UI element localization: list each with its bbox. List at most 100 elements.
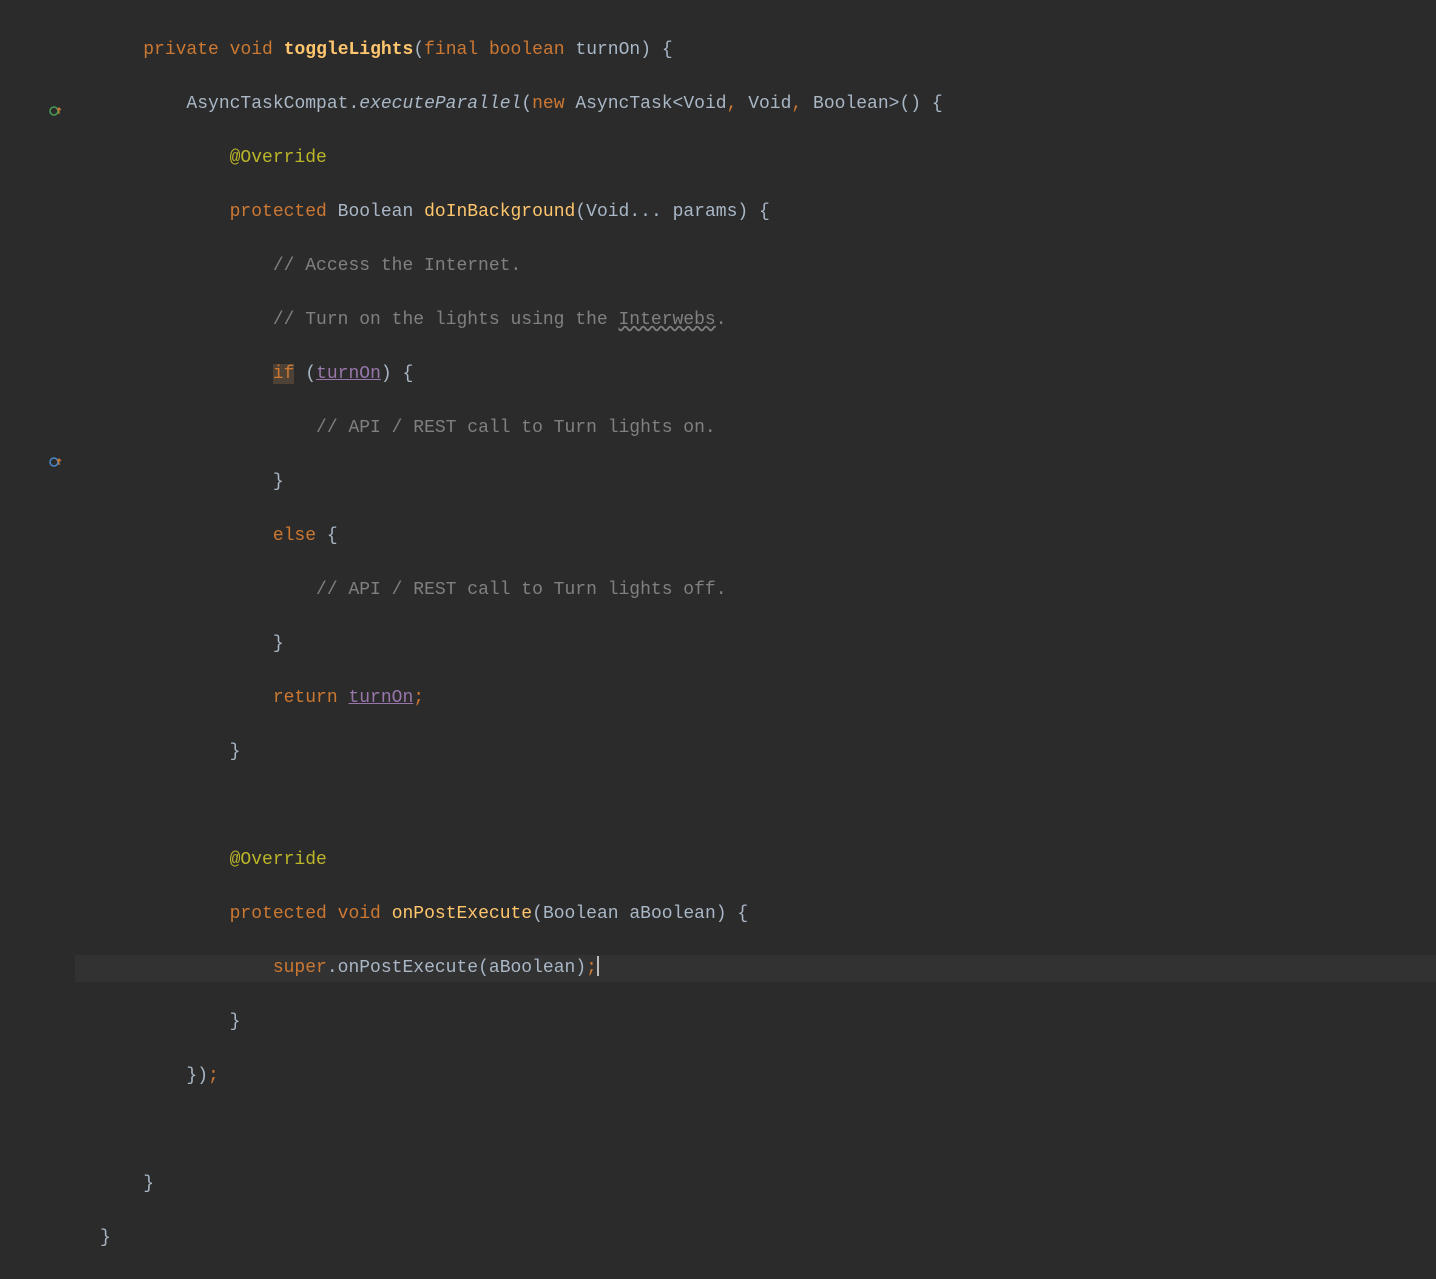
punct: }	[273, 634, 284, 654]
punct: )	[910, 94, 921, 114]
punct: .	[348, 94, 359, 114]
code-line[interactable]	[75, 1117, 1436, 1144]
override-gutter-icon[interactable]	[48, 103, 64, 119]
code-line[interactable]: // API / REST call to Turn lights on.	[75, 415, 1436, 442]
code-line[interactable]: // API / REST call to Turn lights off.	[75, 577, 1436, 604]
override-gutter-icon[interactable]	[48, 454, 64, 470]
punct: )	[197, 1066, 208, 1086]
code-line[interactable]: }	[75, 1225, 1436, 1252]
method-name: onPostExecute	[392, 904, 532, 924]
comment: // API / REST call to Turn lights off.	[316, 580, 726, 600]
punct: ,	[791, 94, 802, 114]
code-line[interactable]: AsyncTaskCompat.executeParallel(new Asyn…	[75, 91, 1436, 118]
code-line[interactable]: if (turnOn) {	[75, 361, 1436, 388]
code-line[interactable]: }	[75, 1009, 1436, 1036]
punct: {	[737, 904, 748, 924]
param-name: turnOn	[575, 40, 640, 60]
punct: )	[640, 40, 651, 60]
punct: (	[575, 202, 586, 222]
punct: )	[716, 904, 727, 924]
code-line[interactable]: }	[75, 1171, 1436, 1198]
punct: ...	[629, 202, 661, 222]
param-name: aBoolean	[629, 904, 715, 924]
punct: (	[413, 40, 424, 60]
punct: {	[759, 202, 770, 222]
annotation-override: @Override	[230, 148, 327, 168]
code-line[interactable]: return turnOn;	[75, 685, 1436, 712]
punct: )	[575, 958, 586, 978]
type-name: Void	[683, 94, 726, 114]
punct: }	[100, 1228, 111, 1248]
type-name: Boolean	[338, 202, 414, 222]
code-line[interactable]	[75, 793, 1436, 820]
code-line[interactable]: protected Boolean doInBackground(Void...…	[75, 199, 1436, 226]
code-line[interactable]: else {	[75, 523, 1436, 550]
punct: )	[737, 202, 748, 222]
punct: ;	[413, 688, 424, 708]
keyword-return: return	[273, 688, 338, 708]
keyword-void: void	[230, 40, 273, 60]
type-name: Boolean	[543, 904, 619, 924]
method-name: doInBackground	[424, 202, 575, 222]
code-line[interactable]: // Turn on the lights using the Interweb…	[75, 307, 1436, 334]
punct: (	[899, 94, 910, 114]
code-line-active[interactable]: super.onPostExecute(aBoolean);	[75, 955, 1436, 982]
punct: ;	[208, 1066, 219, 1086]
comment-typo: Interwebs	[618, 310, 715, 330]
code-line[interactable]: @Override	[75, 145, 1436, 172]
punct: {	[662, 40, 673, 60]
punct: }	[230, 742, 241, 762]
type-name: Boolean	[813, 94, 889, 114]
variable-ref: turnOn	[316, 364, 381, 384]
variable-ref: turnOn	[348, 688, 413, 708]
class-name: AsyncTask	[575, 94, 672, 114]
punct: (	[521, 94, 532, 114]
code-line[interactable]: @Override	[75, 847, 1436, 874]
variable-ref: aBoolean	[489, 958, 575, 978]
keyword-protected: protected	[230, 904, 327, 924]
punct: (	[478, 958, 489, 978]
keyword-super: super	[273, 958, 327, 978]
text-cursor	[597, 956, 599, 976]
punct: {	[403, 364, 414, 384]
punct: <	[673, 94, 684, 114]
comment: // Turn on the lights using the	[273, 310, 619, 330]
punct: (	[532, 904, 543, 924]
method-call: onPostExecute	[338, 958, 478, 978]
code-line[interactable]: }	[75, 739, 1436, 766]
code-line[interactable]: private void toggleLights(final boolean …	[75, 37, 1436, 64]
keyword-protected: protected	[230, 202, 327, 222]
comment: .	[716, 310, 727, 330]
comment: // Access the Internet.	[273, 256, 521, 276]
punct: }	[186, 1066, 197, 1086]
punct: )	[381, 364, 392, 384]
type-name: Void	[586, 202, 629, 222]
punct: ;	[586, 958, 597, 978]
code-line[interactable]: });	[75, 1063, 1436, 1090]
code-editor[interactable]: private void toggleLights(final boolean …	[75, 10, 1436, 1279]
editor-gutter	[0, 0, 75, 724]
punct: {	[932, 94, 943, 114]
code-line[interactable]: }	[75, 469, 1436, 496]
method-call: executeParallel	[359, 94, 521, 114]
code-line[interactable]: // Access the Internet.	[75, 253, 1436, 280]
punct: }	[230, 1012, 241, 1032]
keyword-final: final	[424, 40, 478, 60]
keyword-new: new	[532, 94, 564, 114]
method-name: toggleLights	[284, 40, 414, 60]
punct: }	[273, 472, 284, 492]
punct: (	[305, 364, 316, 384]
code-line[interactable]: }	[75, 631, 1436, 658]
type-name: Void	[748, 94, 791, 114]
keyword-if: if	[273, 364, 295, 384]
code-line[interactable]: protected void onPostExecute(Boolean aBo…	[75, 901, 1436, 928]
comment: // API / REST call to Turn lights on.	[316, 418, 716, 438]
punct: .	[327, 958, 338, 978]
punct: }	[143, 1174, 154, 1194]
keyword-boolean: boolean	[489, 40, 565, 60]
keyword-void: void	[338, 904, 381, 924]
punct: ,	[727, 94, 738, 114]
annotation-override: @Override	[230, 850, 327, 870]
class-name: AsyncTaskCompat	[186, 94, 348, 114]
keyword-else: else	[273, 526, 316, 546]
